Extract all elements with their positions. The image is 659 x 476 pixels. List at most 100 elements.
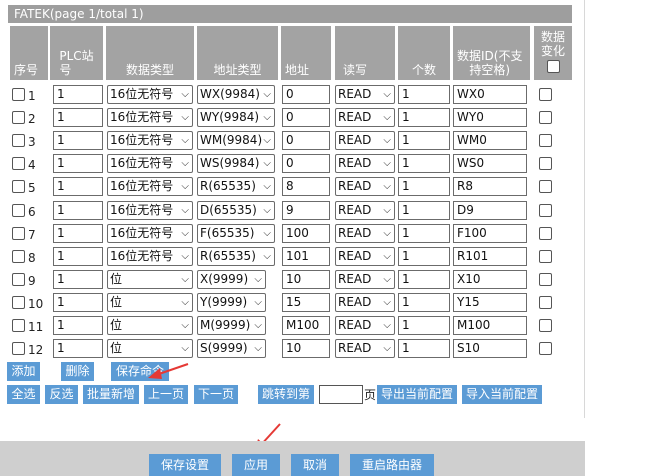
plc-station-input[interactable]: 1	[53, 224, 103, 243]
plc-station-input[interactable]: 1	[53, 247, 103, 266]
count-input[interactable]: 1	[398, 85, 450, 104]
row-select-checkbox[interactable]	[12, 342, 25, 355]
import-config-button[interactable]: 导入当前配置	[462, 385, 542, 404]
plc-station-input[interactable]: 1	[53, 108, 103, 127]
row-select-checkbox[interactable]	[12, 180, 25, 193]
data-changed-checkbox[interactable]	[539, 250, 552, 263]
address-type-select[interactable]: R(65535) ⌵	[197, 247, 275, 266]
read-write-select[interactable]: READ ⌵	[335, 339, 395, 358]
address-type-select[interactable]: X(9999) ⌵	[197, 270, 266, 289]
data-changed-checkbox[interactable]	[539, 342, 552, 355]
data-type-select[interactable]: 16位无符号 ⌵	[107, 85, 193, 104]
data-type-select[interactable]: 位 ⌵	[107, 270, 193, 289]
address-input[interactable]: 8	[282, 177, 330, 196]
count-input[interactable]: 1	[398, 201, 450, 220]
data-changed-checkbox[interactable]	[539, 88, 552, 101]
row-select-checkbox[interactable]	[12, 88, 25, 101]
data-id-input[interactable]: X10	[453, 270, 527, 289]
data-type-select[interactable]: 16位无符号 ⌵	[107, 108, 193, 127]
data-type-select[interactable]: 16位无符号 ⌵	[107, 154, 193, 173]
data-changed-checkbox[interactable]	[539, 111, 552, 124]
data-id-input[interactable]: S10	[453, 339, 527, 358]
batch-add-button[interactable]: 批量新增	[83, 385, 139, 404]
read-write-select[interactable]: READ ⌵	[335, 247, 395, 266]
data-id-input[interactable]: WM0	[453, 131, 527, 150]
address-type-select[interactable]: D(65535) ⌵	[197, 201, 275, 220]
address-input[interactable]: 0	[282, 108, 330, 127]
apply-button[interactable]: 应用	[232, 454, 280, 476]
address-type-select[interactable]: WM(9984) ⌵	[197, 131, 275, 150]
data-type-select[interactable]: 16位无符号 ⌵	[107, 177, 193, 196]
read-write-select[interactable]: READ ⌵	[335, 293, 395, 312]
read-write-select[interactable]: READ ⌵	[335, 270, 395, 289]
data-type-select[interactable]: 16位无符号 ⌵	[107, 131, 193, 150]
row-select-checkbox[interactable]	[12, 227, 25, 240]
select-all-changed-checkbox[interactable]	[546, 59, 560, 73]
row-select-checkbox[interactable]	[12, 296, 25, 309]
data-id-input[interactable]: WY0	[453, 108, 527, 127]
data-id-input[interactable]: WS0	[453, 154, 527, 173]
address-type-select[interactable]: S(9999) ⌵	[197, 339, 266, 358]
read-write-select[interactable]: READ ⌵	[335, 85, 395, 104]
plc-station-input[interactable]: 1	[53, 154, 103, 173]
data-changed-checkbox[interactable]	[539, 204, 552, 217]
address-type-select[interactable]: WY(9984) ⌵	[197, 108, 275, 127]
address-type-select[interactable]: WS(9984) ⌵	[197, 154, 275, 173]
reboot-router-button[interactable]: 重启路由器	[350, 454, 434, 476]
data-type-select[interactable]: 16位无符号 ⌵	[107, 201, 193, 220]
address-type-select[interactable]: R(65535) ⌵	[197, 177, 275, 196]
count-input[interactable]: 1	[398, 154, 450, 173]
count-input[interactable]: 1	[398, 177, 450, 196]
row-select-checkbox[interactable]	[12, 319, 25, 332]
data-changed-checkbox[interactable]	[539, 157, 552, 170]
count-input[interactable]: 1	[398, 247, 450, 266]
data-id-input[interactable]: R8	[453, 177, 527, 196]
save-settings-button[interactable]: 保存设置	[149, 454, 221, 476]
row-select-checkbox[interactable]	[12, 250, 25, 263]
plc-station-input[interactable]: 1	[53, 201, 103, 220]
address-input[interactable]: 0	[282, 131, 330, 150]
plc-station-input[interactable]: 1	[53, 293, 103, 312]
address-input[interactable]: M100	[282, 316, 330, 335]
row-select-checkbox[interactable]	[12, 204, 25, 217]
read-write-select[interactable]: READ ⌵	[335, 154, 395, 173]
address-input[interactable]: 101	[282, 247, 330, 266]
count-input[interactable]: 1	[398, 293, 450, 312]
address-type-select[interactable]: F(65535) ⌵	[197, 224, 275, 243]
cancel-button[interactable]: 取消	[291, 454, 339, 476]
address-input[interactable]: 0	[282, 154, 330, 173]
data-changed-checkbox[interactable]	[539, 273, 552, 286]
data-changed-checkbox[interactable]	[539, 134, 552, 147]
read-write-select[interactable]: READ ⌵	[335, 316, 395, 335]
data-id-input[interactable]: F100	[453, 224, 527, 243]
address-input[interactable]: 15	[282, 293, 330, 312]
address-type-select[interactable]: M(9999) ⌵	[197, 316, 266, 335]
address-input[interactable]: 9	[282, 201, 330, 220]
data-id-input[interactable]: WX0	[453, 85, 527, 104]
next-page-button[interactable]: 下一页	[194, 385, 238, 404]
export-config-button[interactable]: 导出当前配置	[377, 385, 457, 404]
data-changed-checkbox[interactable]	[539, 296, 552, 309]
plc-station-input[interactable]: 1	[53, 85, 103, 104]
data-id-input[interactable]: Y15	[453, 293, 527, 312]
row-select-checkbox[interactable]	[12, 273, 25, 286]
prev-page-button[interactable]: 上一页	[144, 385, 188, 404]
address-input[interactable]: 10	[282, 270, 330, 289]
jump-to-page-button[interactable]: 跳转到第	[258, 385, 314, 404]
data-type-select[interactable]: 16位无符号 ⌵	[107, 224, 193, 243]
plc-station-input[interactable]: 1	[53, 316, 103, 335]
add-button[interactable]: 添加	[7, 362, 40, 381]
invert-selection-button[interactable]: 反选	[45, 385, 78, 404]
plc-station-input[interactable]: 1	[53, 270, 103, 289]
count-input[interactable]: 1	[398, 339, 450, 358]
data-changed-checkbox[interactable]	[539, 227, 552, 240]
data-type-select[interactable]: 位 ⌵	[107, 293, 193, 312]
address-type-select[interactable]: WX(9984) ⌵	[197, 85, 275, 104]
read-write-select[interactable]: READ ⌵	[335, 108, 395, 127]
plc-station-input[interactable]: 1	[53, 131, 103, 150]
data-changed-checkbox[interactable]	[539, 180, 552, 193]
address-type-select[interactable]: Y(9999) ⌵	[197, 293, 266, 312]
address-input[interactable]: 0	[282, 85, 330, 104]
address-input[interactable]: 10	[282, 339, 330, 358]
count-input[interactable]: 1	[398, 224, 450, 243]
